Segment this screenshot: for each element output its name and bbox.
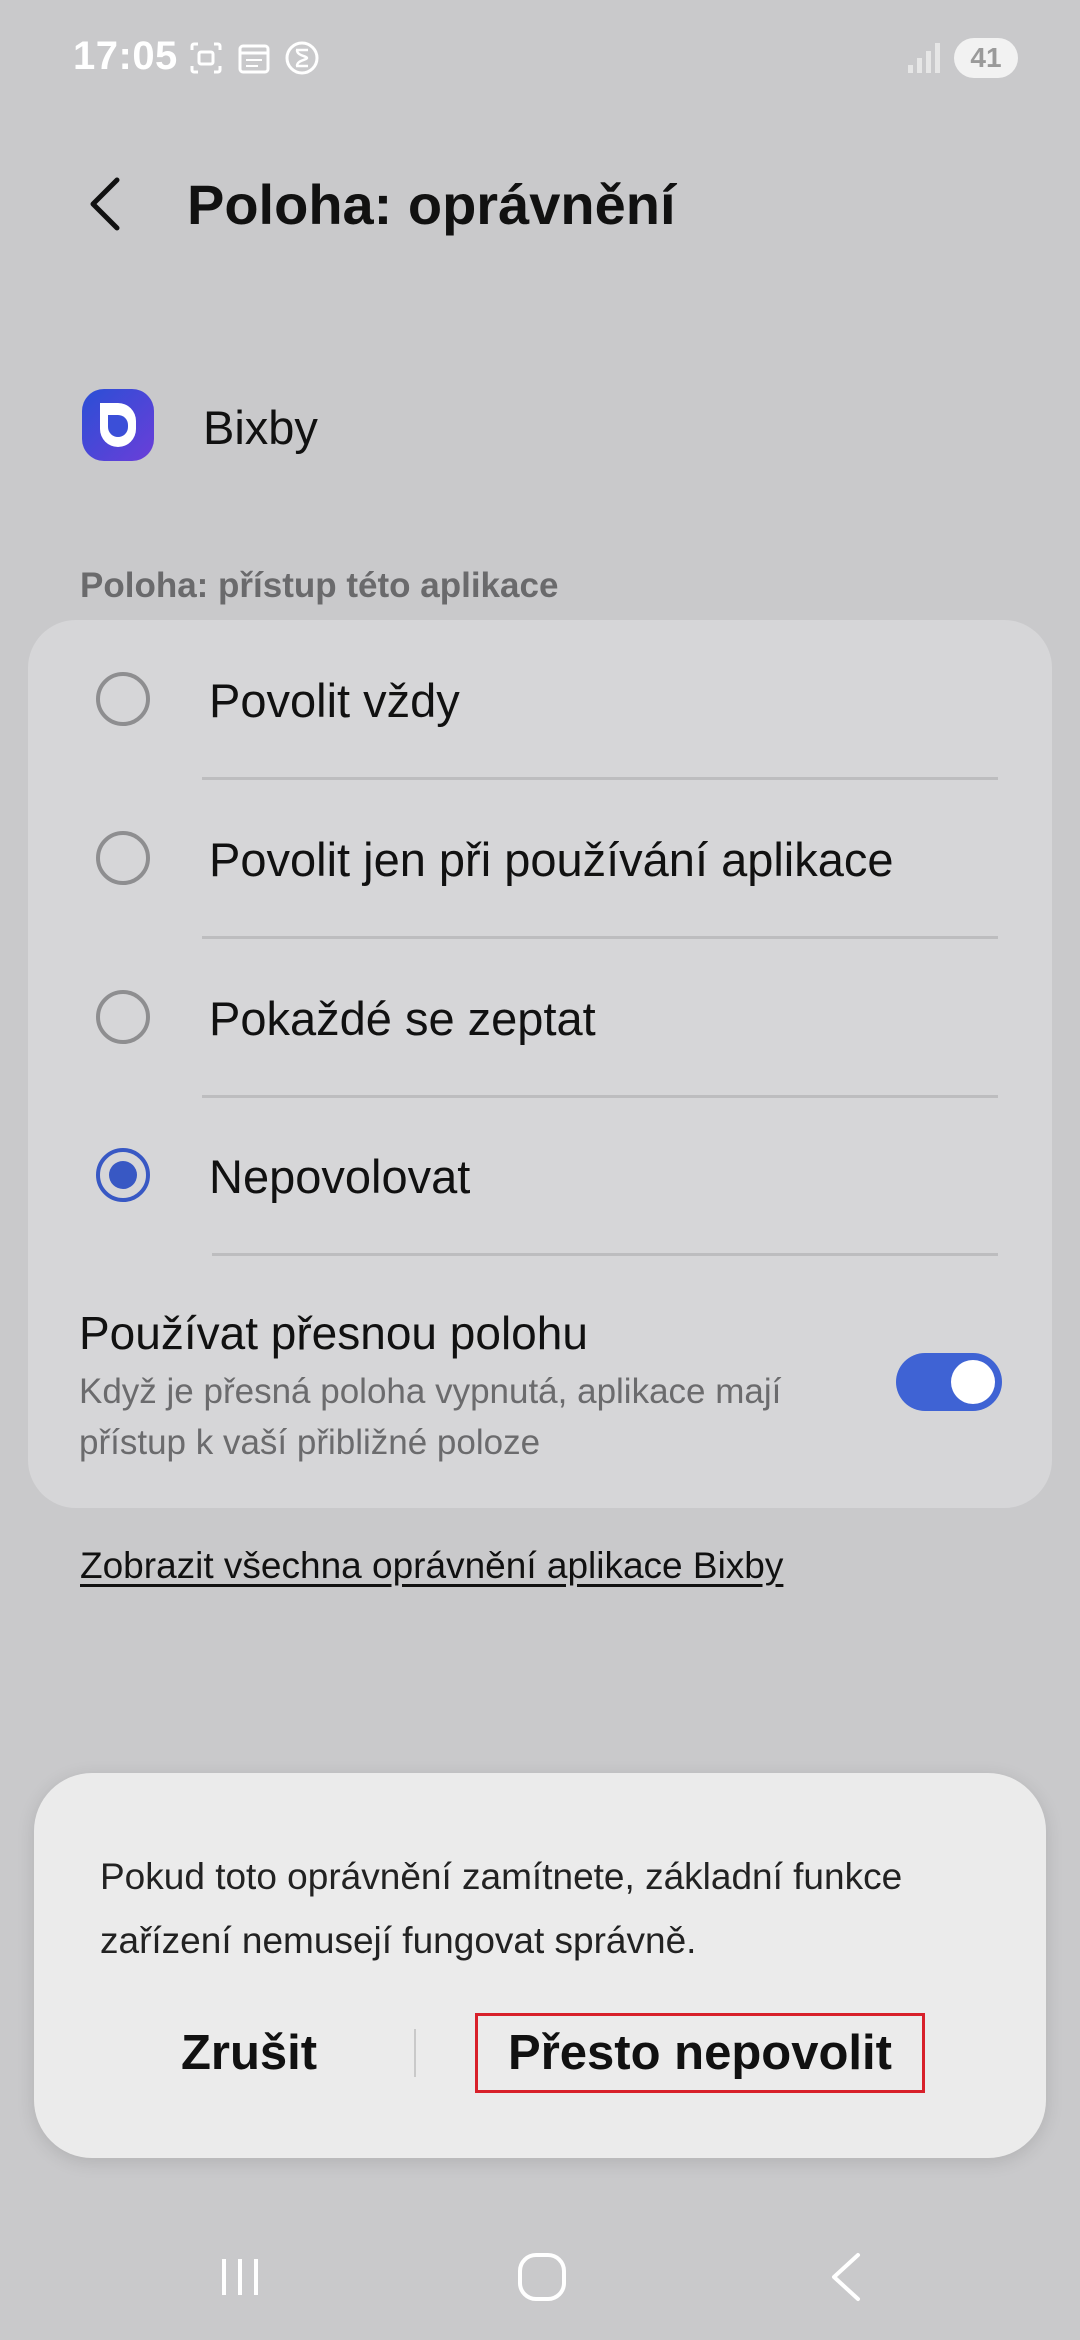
bixby-routine-icon — [285, 41, 319, 75]
option-ask-every-time[interactable]: Pokaždé se zeptat — [28, 938, 1052, 1096]
navigation-bar — [0, 2220, 1080, 2340]
precise-location-toggle[interactable] — [896, 1353, 1002, 1411]
recents-icon — [222, 2259, 258, 2295]
option-label: Povolit vždy — [209, 674, 460, 727]
battery-icon: 41 — [954, 38, 1018, 78]
section-label: Poloha: přístup této aplikace — [80, 566, 559, 605]
calendar-icon — [238, 44, 270, 74]
status-icons-right: 41 — [908, 38, 1018, 78]
back-arrow-icon — [90, 177, 120, 231]
nav-back-button[interactable] — [806, 2242, 886, 2312]
home-button[interactable] — [502, 2242, 582, 2312]
divider — [212, 1253, 998, 1256]
radio-button[interactable] — [96, 990, 150, 1044]
bixby-app-icon — [82, 389, 154, 461]
option-dont-allow[interactable]: Nepovolovat — [28, 1096, 1052, 1254]
option-label: Povolit jen při používání aplikace — [209, 833, 894, 886]
option-label: Nepovolovat — [209, 1150, 471, 1203]
status-time: 17:05 — [73, 34, 178, 78]
toggle-knob — [951, 1360, 995, 1404]
home-icon — [518, 2253, 566, 2301]
app-name: Bixby — [203, 401, 318, 454]
location-options-card: Povolit vždy Povolit jen při používání a… — [28, 620, 1052, 1508]
option-label: Pokaždé se zeptat — [209, 992, 596, 1045]
back-button[interactable] — [70, 164, 140, 244]
button-separator — [414, 2029, 416, 2077]
status-bar: 17:05 41 — [0, 0, 1080, 118]
radio-button-selected[interactable] — [96, 1148, 150, 1202]
precise-location-description: Když je přesná poloha vypnutá, aplikace … — [79, 1372, 782, 1462]
cancel-button[interactable]: Zrušit — [134, 2011, 364, 2095]
back-icon — [832, 2253, 860, 2301]
precise-location-title: Používat přesnou polohu — [79, 1307, 588, 1359]
recents-button[interactable] — [200, 2242, 280, 2312]
dialog-message: Pokud toto oprávnění zamítnete, základní… — [100, 1856, 903, 1961]
dont-allow-anyway-button[interactable]: Přesto nepovolit — [475, 2013, 925, 2093]
option-allow-while-using[interactable]: Povolit jen při používání aplikace — [28, 779, 1052, 937]
status-icons-left — [188, 40, 320, 76]
screenshot-icon — [190, 42, 222, 74]
all-permissions-link[interactable]: Zobrazit všechna oprávnění aplikace Bixb… — [80, 1545, 783, 1587]
deny-confirmation-dialog: Pokud toto oprávnění zamítnete, základní… — [34, 1773, 1046, 2158]
radio-button[interactable] — [96, 831, 150, 885]
page-title: Poloha: oprávnění — [187, 173, 676, 236]
signal-icon — [908, 43, 940, 73]
option-allow-always[interactable]: Povolit vždy — [28, 620, 1052, 778]
radio-button[interactable] — [96, 672, 150, 726]
